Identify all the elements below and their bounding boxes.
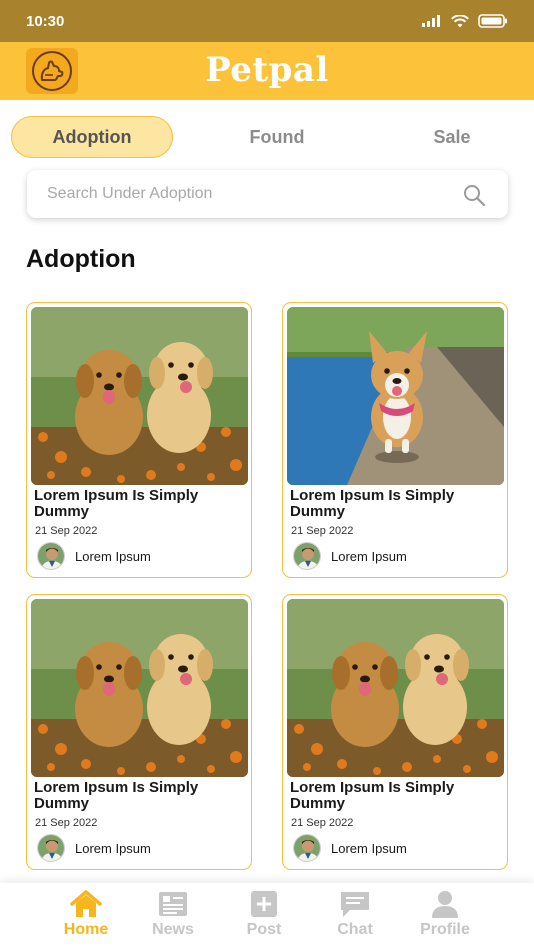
battery-icon xyxy=(478,14,507,28)
nav-post[interactable]: Post xyxy=(224,889,304,947)
nav-label: News xyxy=(152,921,194,938)
news-icon xyxy=(159,892,187,916)
avatar xyxy=(293,834,321,862)
pet-photo xyxy=(31,599,248,777)
pet-photo xyxy=(31,307,248,485)
author-name: Lorem Ipsum xyxy=(331,548,407,564)
status-time: 10:30 xyxy=(26,12,65,30)
chat-icon xyxy=(341,892,369,917)
category-tabs: Adoption Found Sale xyxy=(0,116,534,158)
avatar xyxy=(37,542,65,570)
nav-profile[interactable]: Profile xyxy=(405,889,485,947)
card-title: Lorem Ipsum Is Simply Dummy xyxy=(34,487,199,520)
card-date: 21 Sep 2022 xyxy=(291,817,354,829)
tab-found[interactable]: Found xyxy=(207,116,347,158)
card-date: 21 Sep 2022 xyxy=(35,817,98,829)
pet-photo xyxy=(287,599,504,777)
section-title: Adoption xyxy=(26,245,136,273)
author-name: Lorem Ipsum xyxy=(75,548,151,564)
nav-home[interactable]: Home xyxy=(46,889,126,947)
search-input[interactable] xyxy=(47,170,447,218)
card-date: 21 Sep 2022 xyxy=(291,525,354,537)
card-title: Lorem Ipsum Is Simply Dummy xyxy=(34,779,199,812)
author-name: Lorem Ipsum xyxy=(331,840,407,856)
card-author: Lorem Ipsum xyxy=(37,834,151,862)
avatar xyxy=(293,542,321,570)
tab-sale[interactable]: Sale xyxy=(392,116,512,158)
card-author: Lorem Ipsum xyxy=(293,834,407,862)
signal-icon xyxy=(422,15,440,27)
pet-photo xyxy=(287,307,504,485)
search-icon[interactable] xyxy=(462,183,486,207)
nav-chat[interactable]: Chat xyxy=(315,889,395,947)
status-bar: 10:30 xyxy=(0,0,534,42)
card-title: Lorem Ipsum Is Simply Dummy xyxy=(290,779,455,812)
post-icon xyxy=(251,891,277,917)
pet-card[interactable]: Lorem Ipsum Is Simply Dummy 21 Sep 2022 … xyxy=(282,302,508,578)
app-header: Petpal xyxy=(0,42,534,100)
nav-label: Chat xyxy=(337,921,373,938)
profile-icon xyxy=(432,891,458,918)
tab-adoption[interactable]: Adoption xyxy=(11,116,173,158)
avatar xyxy=(37,834,65,862)
status-icons xyxy=(422,14,508,28)
card-title: Lorem Ipsum Is Simply Dummy xyxy=(290,487,455,520)
app-title: Petpal xyxy=(205,50,329,90)
nav-label: Profile xyxy=(420,921,470,938)
card-author: Lorem Ipsum xyxy=(293,542,407,570)
search-bar xyxy=(27,170,508,218)
home-icon xyxy=(70,890,102,917)
nav-news[interactable]: News xyxy=(133,889,213,947)
wifi-icon xyxy=(451,14,469,27)
nav-label: Post xyxy=(246,921,282,938)
pet-card[interactable]: Lorem Ipsum Is Simply Dummy 21 Sep 2022 … xyxy=(282,594,508,870)
nav-label: Home xyxy=(63,921,109,938)
author-name: Lorem Ipsum xyxy=(75,840,151,856)
pet-card[interactable]: Lorem Ipsum Is Simply Dummy 21 Sep 2022 … xyxy=(26,594,252,870)
pet-card[interactable]: Lorem Ipsum Is Simply Dummy 21 Sep 2022 … xyxy=(26,302,252,578)
card-date: 21 Sep 2022 xyxy=(35,525,98,537)
bottom-nav: Home News Post Chat Profile xyxy=(0,883,534,950)
card-author: Lorem Ipsum xyxy=(37,542,151,570)
